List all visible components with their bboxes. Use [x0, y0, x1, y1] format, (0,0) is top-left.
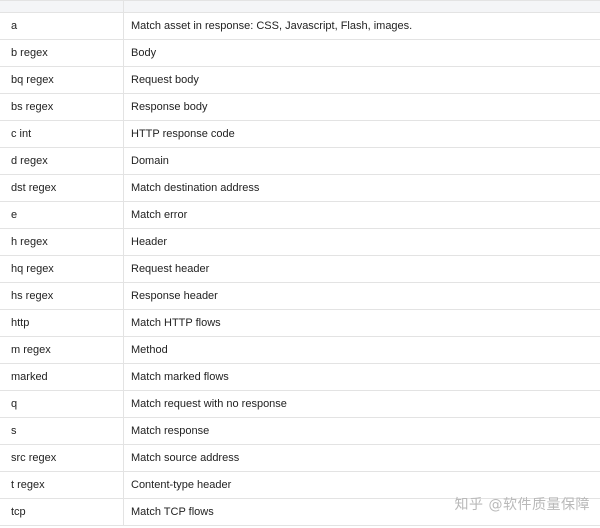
filter-expression-cell: hq regex: [0, 256, 124, 282]
filter-expression-cell: e: [0, 202, 124, 228]
filter-expression-cell: q: [0, 391, 124, 417]
filter-description-cell: Match source address: [131, 452, 240, 464]
table-row: hq regex Request header: [0, 256, 600, 283]
table-row: c int HTTP response code: [0, 121, 600, 148]
filter-expression-cell: marked: [0, 364, 124, 390]
filter-description-cell: Response header: [131, 290, 218, 302]
filter-description-cell: Match asset in response: CSS, Javascript…: [131, 20, 413, 32]
filter-description-cell: Match HTTP flows: [131, 317, 221, 329]
table-row: http Match HTTP flows: [0, 310, 600, 337]
filter-expression-cell: s: [0, 418, 124, 444]
table-header: [0, 1, 600, 13]
filter-expression-cell: hs regex: [0, 283, 124, 309]
table-row: s Match response: [0, 418, 600, 445]
table-row: q Match request with no response: [0, 391, 600, 418]
filter-description-cell: Match destination address: [131, 182, 260, 194]
filter-expression-cell: d regex: [0, 148, 124, 174]
table-row: marked Match marked flows: [0, 364, 600, 391]
filter-description-cell: Header: [131, 236, 168, 248]
filter-description-cell: Method: [131, 344, 168, 356]
filter-description-cell: Match response: [131, 425, 210, 437]
header-cell-key: [0, 1, 124, 12]
table-row: dst regex Match destination address: [0, 175, 600, 202]
table-row: bq regex Request body: [0, 67, 600, 94]
filter-expression-cell: t regex: [0, 472, 124, 498]
filter-table: a Match asset in response: CSS, Javascrip…: [0, 0, 600, 526]
filter-description-cell: HTTP response code: [131, 128, 235, 140]
filter-expression-cell: bq regex: [0, 67, 124, 93]
filter-expression-cell: m regex: [0, 337, 124, 363]
filter-description-cell: Match request with no response: [131, 398, 287, 410]
table-row: hs regex Response header: [0, 283, 600, 310]
filter-expression-cell: h regex: [0, 229, 124, 255]
filter-description-cell: Domain: [131, 155, 169, 167]
filter-description-cell: Request header: [131, 263, 210, 275]
filter-expression-cell: tcp: [0, 499, 124, 525]
table-row: h regex Header: [0, 229, 600, 256]
watermark: 知乎 @软件质量保障: [454, 497, 590, 513]
header-cell-description: [124, 1, 600, 12]
filter-expression-cell: bs regex: [0, 94, 124, 120]
filter-description-cell: Match error: [131, 209, 188, 221]
filter-description-cell: Response body: [131, 101, 208, 113]
filter-expression-cell: src regex: [0, 445, 124, 471]
table-row: b regex Body: [0, 40, 600, 67]
filter-expression-cell: dst regex: [0, 175, 124, 201]
table-row: bs regex Response body: [0, 94, 600, 121]
filter-description-cell: Request body: [131, 74, 199, 86]
table-row: m regex Method: [0, 337, 600, 364]
filter-description-cell: Body: [131, 47, 157, 59]
filter-expression-cell: http: [0, 310, 124, 336]
table-body: a Match asset in response: CSS, Javascrip…: [0, 13, 600, 526]
table-row: d regex Domain: [0, 148, 600, 175]
table-row: src regex Match source address: [0, 445, 600, 472]
filter-expression-cell: c int: [0, 121, 124, 147]
table-row: a Match asset in response: CSS, Javascrip…: [0, 13, 600, 40]
table-row: e Match error: [0, 202, 600, 229]
filter-description-cell: Match marked flows: [131, 371, 229, 383]
filter-expression-cell: b regex: [0, 40, 124, 66]
filter-expression-cell: a: [0, 13, 124, 39]
